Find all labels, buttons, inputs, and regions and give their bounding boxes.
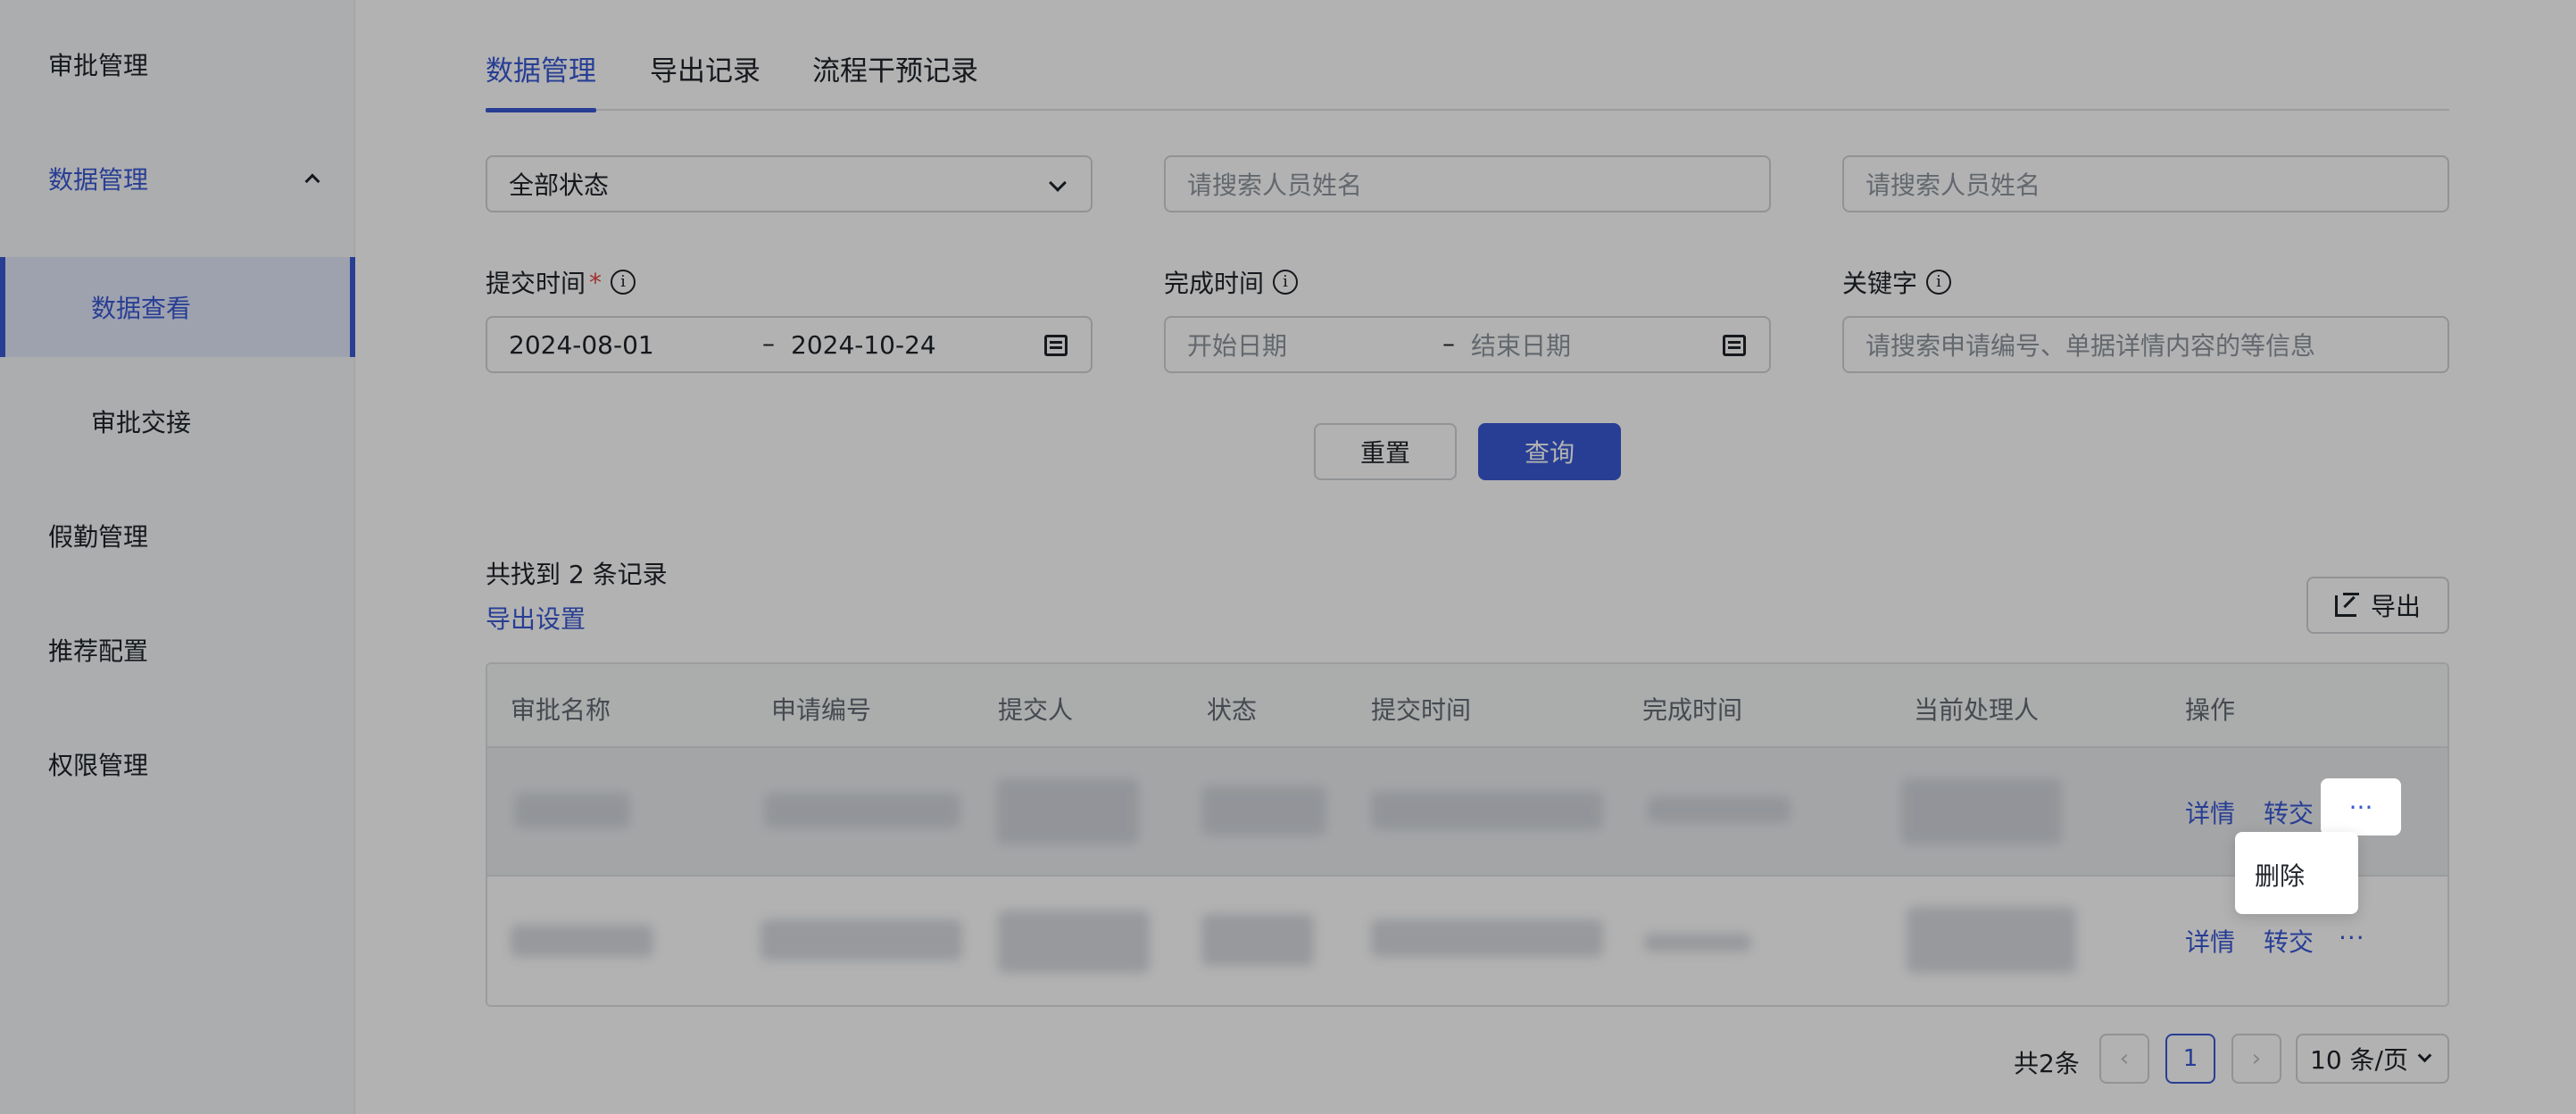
prev-page-button[interactable]: ‹ — [2099, 1034, 2149, 1084]
data-table: 审批名称 申请编号 提交人 状态 提交时间 完成时间 当前处理人 操作 详情 转… — [486, 662, 2449, 1007]
reset-button[interactable]: 重置 — [1314, 423, 1457, 480]
person-search-placeholder: 请搜索人员姓名 — [1866, 170, 2041, 200]
more-actions-dropdown: 删除 — [2235, 832, 2358, 914]
transfer-link[interactable]: 转交 — [2264, 923, 2314, 959]
complete-date-range[interactable]: 开始日期 – 结束日期 — [1164, 316, 1771, 373]
sidebar-item-label: 数据查看 — [91, 294, 192, 323]
redacted-cell — [1644, 934, 1751, 952]
column-header: 状态 — [1207, 695, 1258, 725]
sidebar-item-leave-management[interactable]: 假勤管理 — [0, 486, 355, 586]
redacted-cell — [514, 793, 630, 828]
redacted-cell — [1371, 919, 1603, 957]
info-icon[interactable]: i — [1273, 270, 1299, 295]
tab-bar: 数据管理 导出记录 流程干预记录 — [486, 0, 2449, 112]
submit-time-label: 提交时间 * i — [486, 264, 636, 300]
export-button-label: 导出 — [2371, 592, 2422, 621]
range-separator: – — [1442, 328, 1455, 358]
table-header: 审批名称 申请编号 提交人 状态 提交时间 完成时间 当前处理人 操作 — [487, 664, 2447, 748]
redacted-cell — [764, 793, 960, 828]
more-actions-button[interactable]: ··· — [2339, 923, 2365, 952]
sidebar: 审批管理 数据管理 数据查看 审批交接 假勤管理 推荐配置 权限管理 — [0, 0, 355, 1114]
keyword-input[interactable]: 请搜索申请编号、单据详情内容的等信息 — [1842, 316, 2449, 373]
query-button[interactable]: 查询 — [1478, 423, 1621, 480]
chevron-down-icon — [1049, 174, 1067, 192]
person-search-input-2[interactable]: 请搜索人员姓名 — [1842, 155, 2449, 212]
tab-export-records[interactable]: 导出记录 — [650, 48, 760, 111]
column-header: 审批名称 — [511, 695, 611, 725]
status-select[interactable]: 全部状态 — [486, 155, 1093, 212]
keyword-placeholder: 请搜索申请编号、单据详情内容的等信息 — [1866, 331, 2316, 361]
redacted-cell — [1201, 914, 1314, 966]
redacted-cell — [1901, 778, 2062, 844]
sidebar-item-label: 权限管理 — [48, 751, 149, 780]
redacted-cell — [1648, 796, 1791, 823]
detail-link[interactable]: 详情 — [2185, 794, 2235, 830]
sidebar-item-data-management[interactable]: 数据管理 — [0, 129, 355, 229]
sidebar-item-approval-management[interactable]: 审批管理 — [0, 14, 355, 114]
redacted-cell — [760, 919, 962, 960]
info-icon[interactable]: i — [611, 270, 636, 295]
sidebar-item-permission-management[interactable]: 权限管理 — [0, 714, 355, 814]
table-row[interactable]: 详情 转交 ··· — [487, 877, 2447, 1005]
delete-menu-item[interactable]: 删除 — [2255, 857, 2305, 893]
keyword-label: 关键字 i — [1842, 264, 1952, 300]
main-content: 数据管理 导出记录 流程干预记录 全部状态 请搜索人员姓名 请搜索人员姓名 提交… — [355, 0, 2576, 1114]
info-icon[interactable]: i — [1926, 270, 1952, 295]
range-separator: – — [762, 328, 775, 358]
keyword-label-text: 关键字 — [1842, 269, 1918, 298]
status-select-value: 全部状态 — [509, 170, 610, 200]
column-header: 提交人 — [998, 695, 1074, 725]
sidebar-item-label: 推荐配置 — [48, 636, 149, 666]
tab-process-intervention-records[interactable]: 流程干预记录 — [812, 48, 978, 111]
page-size-value: 10 条/页 — [2310, 1045, 2408, 1075]
transfer-link[interactable]: 转交 — [2264, 794, 2314, 830]
page-size-select[interactable]: 10 条/页 — [2296, 1034, 2449, 1084]
next-page-button[interactable]: › — [2231, 1034, 2281, 1084]
table-row[interactable]: 详情 转交 — [487, 748, 2447, 877]
column-header: 申请编号 — [771, 695, 872, 725]
chevron-down-icon — [2417, 1048, 2432, 1063]
more-actions-button-active[interactable]: ··· — [2321, 778, 2401, 836]
sidebar-item-label: 假勤管理 — [48, 522, 149, 552]
submit-start-date[interactable]: 2024-08-01 — [509, 330, 654, 360]
sidebar-item-data-view[interactable]: 数据查看 — [0, 257, 355, 357]
complete-time-label-text: 完成时间 — [1164, 269, 1265, 298]
sidebar-item-label: 审批管理 — [48, 51, 149, 80]
complete-time-label: 完成时间 i — [1164, 264, 1299, 300]
complete-end-date[interactable]: 结束日期 — [1471, 327, 1571, 362]
redacted-cell — [511, 925, 653, 957]
result-count: 共找到 2 条记录 — [486, 560, 668, 589]
detail-link[interactable]: 详情 — [2185, 923, 2235, 959]
redacted-cell — [1371, 791, 1603, 830]
submit-date-range[interactable]: 2024-08-01 – 2024-10-24 — [486, 316, 1093, 373]
column-header: 提交时间 — [1371, 695, 1472, 725]
submit-time-label-text: 提交时间 — [486, 269, 586, 298]
redacted-cell — [996, 778, 1139, 844]
page-number-button[interactable]: 1 — [2165, 1034, 2215, 1084]
calendar-icon — [1723, 335, 1746, 356]
required-mark: * — [589, 267, 602, 297]
sidebar-item-label: 数据管理 — [48, 165, 149, 195]
export-settings-link[interactable]: 导出设置 — [486, 600, 586, 636]
external-link-icon — [2335, 593, 2359, 617]
app-window: 审批管理 数据管理 数据查看 审批交接 假勤管理 推荐配置 权限管理 数据管理 … — [0, 0, 2576, 1114]
tab-data-management[interactable]: 数据管理 — [486, 48, 596, 112]
complete-start-date[interactable]: 开始日期 — [1187, 327, 1287, 362]
person-search-placeholder: 请搜索人员姓名 — [1187, 170, 1363, 200]
submit-end-date[interactable]: 2024-10-24 — [791, 330, 936, 360]
redacted-cell — [1907, 907, 2076, 973]
column-header: 操作 — [2185, 695, 2236, 725]
sidebar-item-label: 审批交接 — [91, 408, 192, 437]
export-button[interactable]: 导出 — [2306, 577, 2449, 634]
redacted-cell — [998, 910, 1150, 973]
sidebar-item-recommend-config[interactable]: 推荐配置 — [0, 600, 355, 700]
calendar-icon — [1044, 335, 1068, 356]
column-header: 当前处理人 — [1914, 695, 2040, 725]
column-header: 完成时间 — [1642, 695, 1743, 725]
pagination-total: 共2条 — [2014, 1049, 2080, 1078]
person-search-input-1[interactable]: 请搜索人员姓名 — [1164, 155, 1771, 212]
sidebar-item-approval-handover[interactable]: 审批交接 — [0, 371, 355, 471]
chevron-up-icon — [304, 173, 320, 189]
redacted-cell — [1201, 786, 1326, 836]
